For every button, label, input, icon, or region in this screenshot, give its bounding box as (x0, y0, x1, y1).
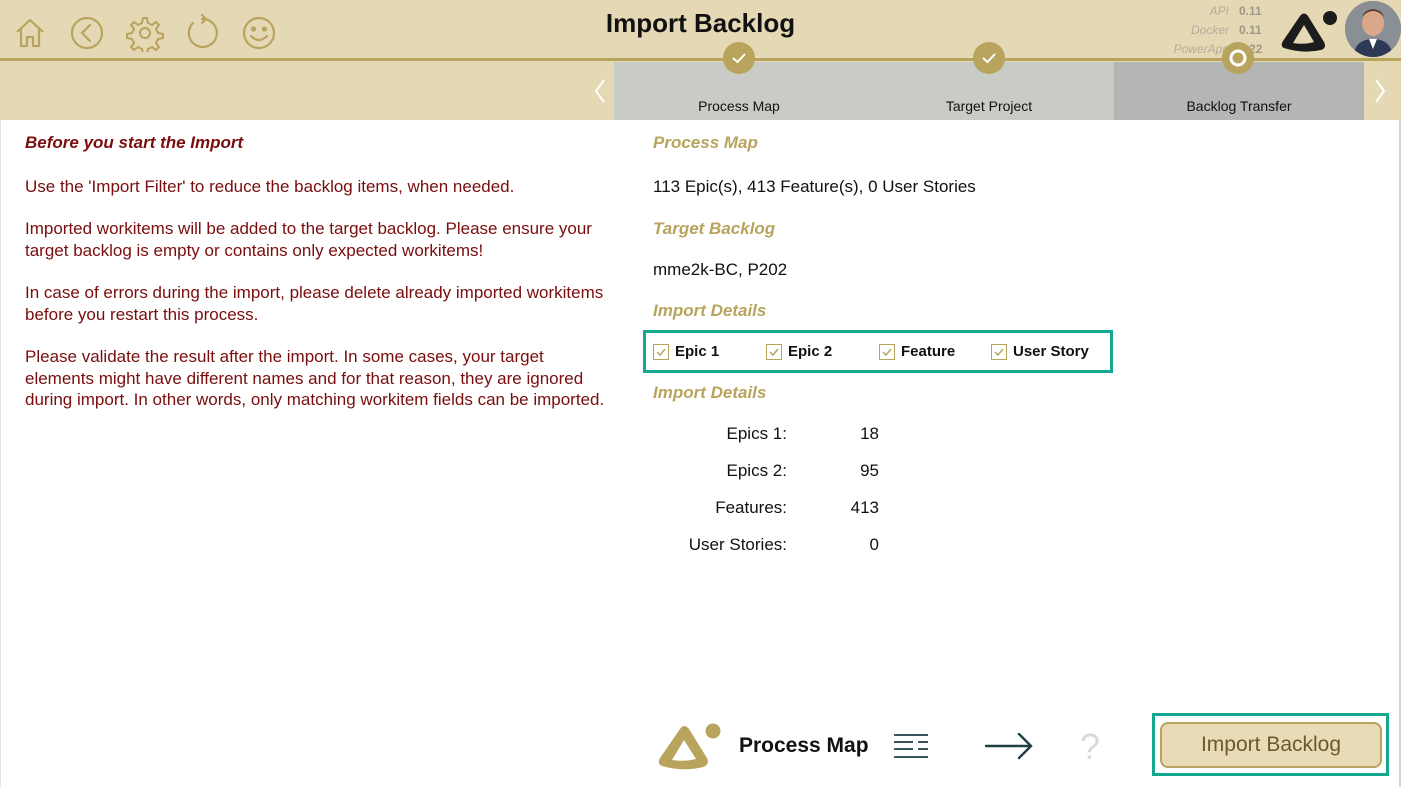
refresh-icon[interactable] (183, 13, 221, 52)
version-value: 0.11 (1239, 23, 1262, 37)
instruction-paragraph: Please validate the result after the imp… (25, 347, 605, 409)
step-done-check-icon (973, 42, 1005, 74)
detail-value: 0 (869, 535, 879, 554)
step-next-button[interactable] (1365, 62, 1395, 120)
filter-epic1-checkbox[interactable]: Epic 1 (653, 343, 719, 360)
step-done-check-icon (723, 42, 755, 74)
arrow-right-icon[interactable] (983, 731, 1035, 761)
list-icon[interactable] (893, 733, 929, 759)
version-label: API (1209, 4, 1229, 18)
filter-label: Feature (901, 343, 956, 360)
step-prev-button[interactable] (585, 62, 615, 120)
avatar[interactable] (1345, 1, 1401, 57)
checkbox-check-icon (766, 343, 782, 360)
brand-logo (1281, 11, 1337, 52)
home-icon[interactable] (11, 14, 49, 52)
checkbox-check-icon (879, 343, 895, 360)
filter-label: User Story (1013, 343, 1089, 360)
detail-value: 18 (860, 424, 879, 443)
detail-label: Epics 2: (726, 461, 787, 480)
detail-label: Features: (715, 498, 787, 517)
step-current-dot-icon (1222, 42, 1254, 74)
version-label: PowerApp (1173, 42, 1229, 56)
step-label: Process Map (698, 98, 780, 114)
import-details-title: Import Details (653, 383, 767, 402)
help-icon[interactable]: ? (1080, 726, 1100, 768)
import-filter-title: Import Details (653, 301, 767, 320)
target-backlog-value: mme2k-BC, P202 (653, 260, 788, 279)
filter-label: Epic 2 (788, 343, 833, 360)
filter-feature-checkbox[interactable]: Feature (879, 343, 955, 360)
instruction-paragraph: Use the 'Import Filter' to reduce the ba… (25, 176, 515, 196)
instructions-panel: Before you start the Import Use the 'Imp… (25, 132, 605, 432)
version-label: Docker (1190, 23, 1229, 37)
step-label: Target Project (945, 98, 1033, 114)
version-value: 0.11 (1239, 4, 1262, 18)
checkbox-check-icon (653, 343, 669, 360)
settings-icon[interactable] (126, 14, 164, 55)
instructions-heading: Before you start the Import (25, 133, 244, 152)
checkbox-check-icon (991, 343, 1007, 360)
content-border-left (0, 120, 1, 787)
detail-label: User Stories: (688, 535, 787, 554)
detail-value: 413 (850, 498, 879, 517)
smiley-icon[interactable] (240, 14, 278, 52)
step-label: Backlog Transfer (1186, 98, 1292, 114)
back-icon[interactable] (68, 14, 106, 52)
instruction-paragraph: Imported workitems will be added to the … (25, 219, 592, 260)
filter-user-story-checkbox[interactable]: User Story (991, 343, 1089, 360)
app-name: Process Map (739, 734, 869, 757)
detail-label: Epics 1: (726, 424, 787, 443)
process-map-title: Process Map (653, 133, 758, 152)
target-backlog-title: Target Backlog (653, 219, 776, 238)
instruction-paragraph: In case of errors during the import, ple… (25, 283, 604, 324)
import-filter-group: Epic 1 Epic 2 Feature User Story (643, 330, 1113, 373)
import-backlog-button[interactable]: Import Backlog (1160, 722, 1382, 768)
filter-epic2-checkbox[interactable]: Epic 2 (766, 343, 832, 360)
filter-label: Epic 1 (675, 343, 720, 360)
process-map-logo (658, 723, 721, 770)
process-map-summary: 113 Epic(s), 413 Feature(s), 0 User Stor… (653, 177, 976, 196)
detail-value: 95 (860, 461, 879, 480)
